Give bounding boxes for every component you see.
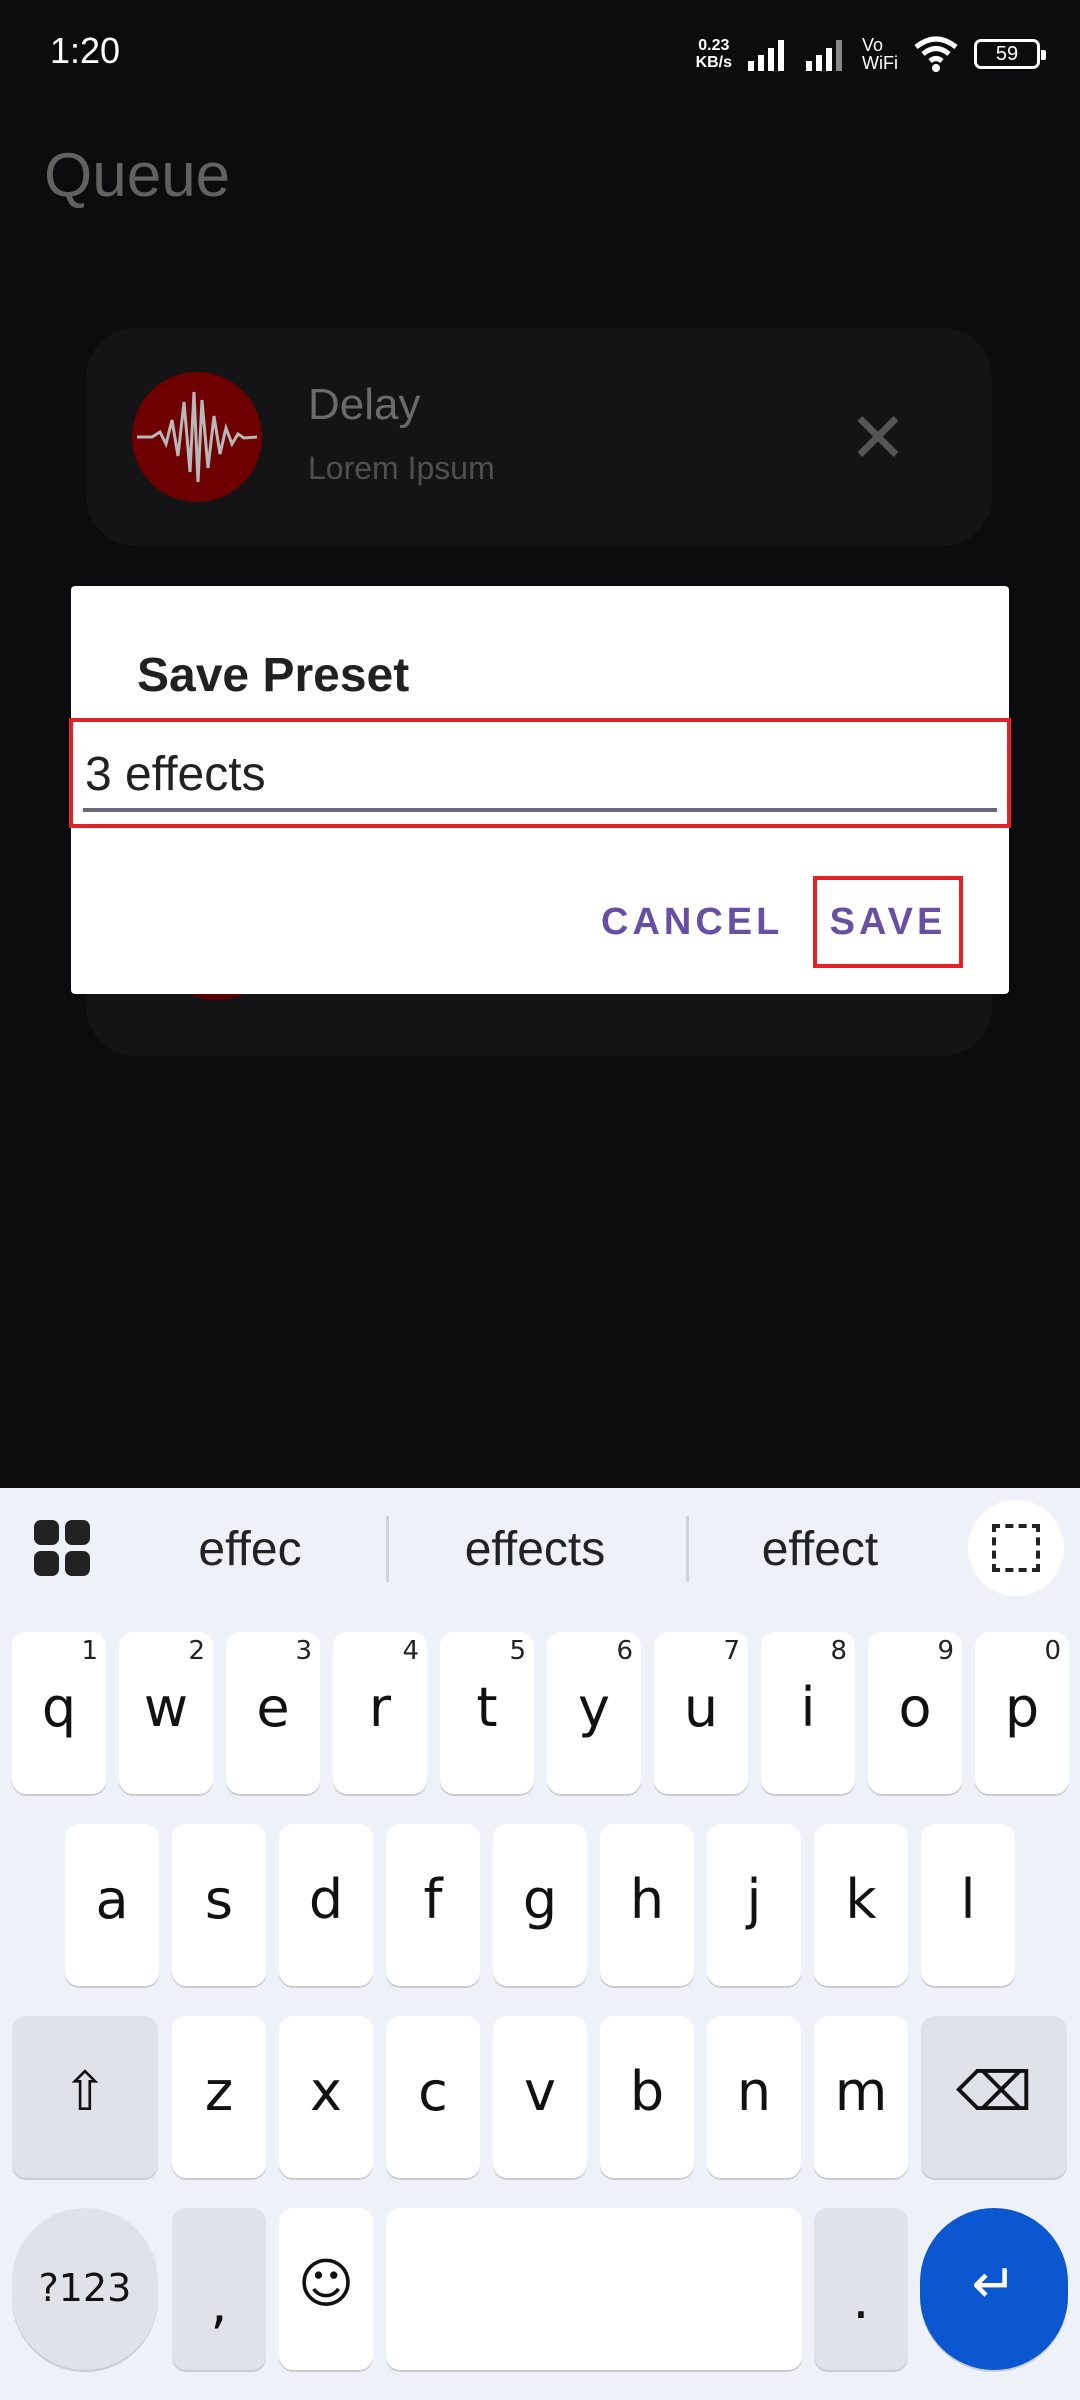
key-z[interactable]: z [172,2016,266,2178]
preset-name-field [69,718,1011,828]
key-p[interactable]: 0p [975,1632,1069,1794]
emoji-key[interactable]: ☺ [279,2208,373,2370]
key-b[interactable]: b [600,2016,694,2178]
queue-item-title: Delay [308,380,421,429]
suggestion-1[interactable]: effec [140,1514,360,1586]
shift-key[interactable]: ⇧ [12,2016,158,2178]
signal-icon [748,40,785,71]
net-speed: 0.23 KB/s [695,37,733,71]
key-t[interactable]: 5t [440,1632,534,1794]
dialog-title: Save Preset [137,649,410,702]
backspace-key[interactable]: ⌫ [921,2016,1067,2178]
key-s[interactable]: s [172,1824,266,1986]
key-y[interactable]: 6y [547,1632,641,1794]
key-a[interactable]: a [65,1824,159,1986]
key-o[interactable]: 9o [868,1632,962,1794]
vowifi-icon: Vo WiFi [862,35,898,73]
wifi-icon [914,36,958,72]
suggestion-2[interactable]: effects [420,1514,650,1586]
effect-avatar [132,372,262,502]
key-g[interactable]: g [493,1824,587,1986]
key-w[interactable]: 2w [119,1632,213,1794]
status-icons: 0.23 KB/s Vo WiFi 59 [695,32,1046,76]
key-e[interactable]: 3e [226,1632,320,1794]
suggestion-3[interactable]: effect [710,1514,930,1586]
keyboard: effec effects effect 1q 2w 3e 4r 5t 6y 7… [0,1488,1080,2400]
save-button[interactable]: SAVE [817,880,959,964]
key-j[interactable]: j [707,1824,801,1986]
enter-icon: ↵ [971,2252,1017,2315]
queue-item-subtitle: Lorem Ipsum [308,450,495,486]
key-x[interactable]: x [279,2016,373,2178]
space-key[interactable] [386,2208,802,2370]
preset-name-input[interactable] [85,722,989,812]
key-m[interactable]: m [814,2016,908,2178]
key-d[interactable]: d [279,1824,373,1986]
shift-icon: ⇧ [62,2060,108,2123]
key-i[interactable]: 8i [761,1632,855,1794]
page-title: Queue [44,141,231,210]
period-key[interactable]: . [814,2208,908,2370]
floating-keyboard-icon[interactable] [968,1500,1064,1596]
cancel-button[interactable]: CANCEL [601,892,783,952]
queue-item[interactable]: Delay Lorem Ipsum ✕ [86,328,992,546]
key-l[interactable]: l [921,1824,1015,1986]
key-u[interactable]: 7u [654,1632,748,1794]
backspace-icon: ⌫ [955,2060,1033,2123]
battery-icon: 59 [974,39,1046,69]
key-f[interactable]: f [386,1824,480,1986]
suggestion-divider [686,1516,689,1582]
status-time: 1:20 [50,30,121,71]
input-underline [83,808,997,812]
key-q[interactable]: 1q [12,1632,106,1794]
signal-icon-2 [806,40,843,71]
key-r[interactable]: 4r [333,1632,427,1794]
apps-grid-icon[interactable] [34,1520,90,1576]
key-k[interactable]: k [814,1824,908,1986]
remove-icon[interactable]: ✕ [838,398,918,478]
save-button-highlight: SAVE [813,876,963,968]
waveform-icon [137,391,258,483]
key-v[interactable]: v [493,2016,587,2178]
save-preset-dialog: Save Preset CANCEL SAVE [69,586,1011,994]
emoji-icon: ☺ [297,2252,355,2315]
suggestion-divider [386,1516,389,1582]
key-h[interactable]: h [600,1824,694,1986]
enter-key[interactable]: ↵ [920,2208,1068,2370]
key-c[interactable]: c [386,2016,480,2178]
key-n[interactable]: n [707,2016,801,2178]
comma-key[interactable]: , [172,2208,266,2370]
symbols-key[interactable]: ?123 [12,2208,158,2370]
